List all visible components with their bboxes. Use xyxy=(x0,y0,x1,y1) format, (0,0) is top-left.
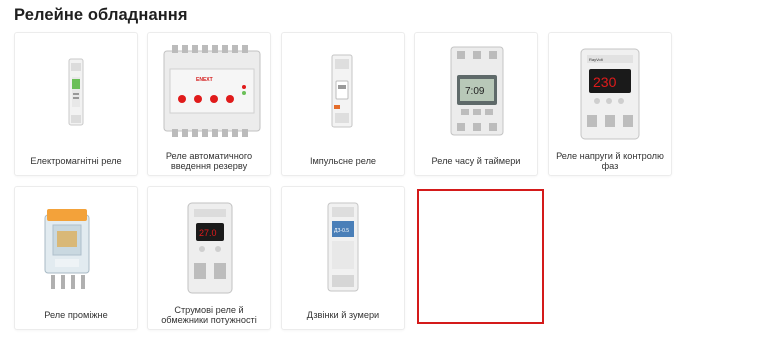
category-card-impulse-relays[interactable]: Імпульсне реле xyxy=(281,32,405,176)
category-card-time-relays[interactable]: 7:09 Реле часу й таймери xyxy=(414,32,538,176)
section-title: Релейне обладнання xyxy=(14,6,188,24)
category-label: Дзвінки й зумери xyxy=(306,309,380,320)
ats-relay-image: ENEXT xyxy=(163,45,261,137)
category-label: Імпульсне реле xyxy=(309,155,377,166)
brand-logo: ENEXT xyxy=(196,77,213,83)
category-label: Реле проміжне xyxy=(44,309,108,320)
voltage-relay-image: RayVolt 230 xyxy=(580,48,640,140)
impulse-relay-image xyxy=(331,54,353,128)
timer-relay-image: 7:09 xyxy=(450,46,504,136)
bell-image: ДЗ-0.5 xyxy=(327,202,359,292)
category-label: Реле часу й таймери xyxy=(431,155,521,166)
electromagnetic-relay-image xyxy=(68,58,84,126)
timer-display: 7:09 xyxy=(465,86,485,97)
category-card-bells-buzzers[interactable]: ДЗ-0.5 Дзвінки й зумери xyxy=(281,186,405,330)
bell-label: ДЗ-0.5 xyxy=(334,228,349,234)
current-display: 27.0 xyxy=(199,228,217,238)
category-card-electromagnetic-relays[interactable]: Електромагнітні реле xyxy=(14,32,138,176)
category-label: Реле напруги й контролю фаз xyxy=(556,150,664,172)
current-relay-image: 27.0 xyxy=(187,202,233,294)
brand-logo: RayVolt xyxy=(589,57,604,62)
voltage-display: 230 xyxy=(593,74,617,90)
category-label: Струмові реле й обмежники потужності xyxy=(161,304,257,326)
selected-empty-card[interactable] xyxy=(417,189,544,324)
intermediate-relay-image xyxy=(44,209,90,289)
category-label: Реле автоматичного введення резерву xyxy=(165,150,253,172)
category-card-intermediate-relays[interactable]: Реле проміжне xyxy=(14,186,138,330)
category-card-current-relays[interactable]: 27.0 Струмові реле й обмежники потужност… xyxy=(147,186,271,330)
category-label: Електромагнітні реле xyxy=(30,155,122,166)
category-card-ats-relays[interactable]: ENEXT Реле автоматичного введення резерв… xyxy=(147,32,271,176)
category-card-voltage-relays[interactable]: RayVolt 230 Реле напруги й контролю фаз xyxy=(548,32,672,176)
category-label xyxy=(423,305,538,333)
